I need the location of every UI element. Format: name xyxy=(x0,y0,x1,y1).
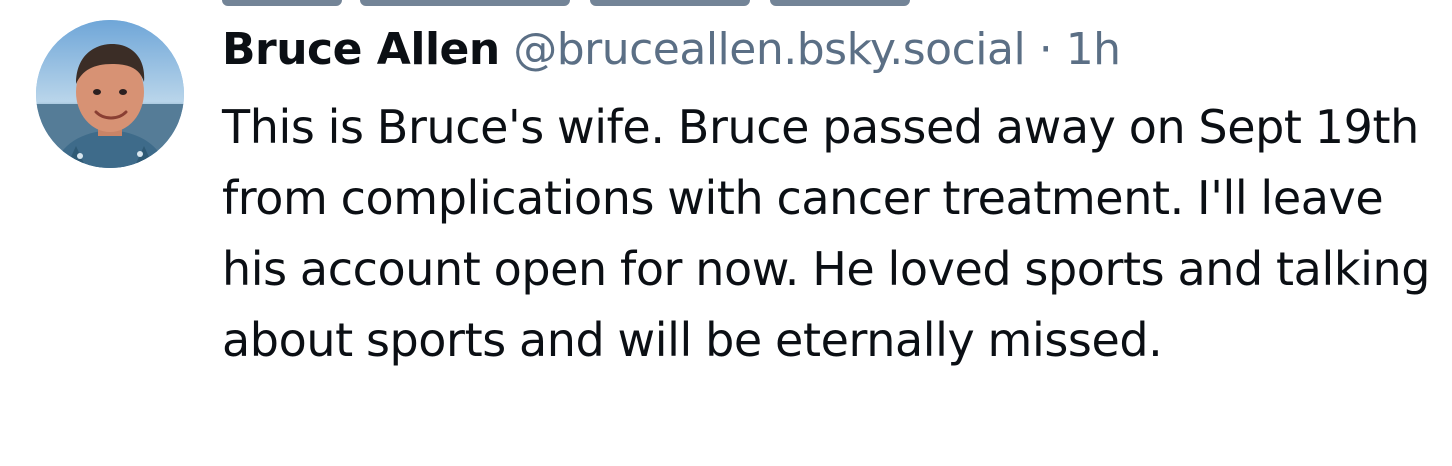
header-separator: · xyxy=(1038,24,1053,75)
post[interactable]: Bruce Allen @bruceallen.bsky.social · 1h… xyxy=(0,0,1452,466)
author-handle[interactable]: @bruceallen.bsky.social xyxy=(513,24,1026,75)
post-header: Bruce Allen @bruceallen.bsky.social · 1h xyxy=(222,20,1444,80)
post-timestamp[interactable]: 1h xyxy=(1066,24,1121,75)
profile-photo-icon xyxy=(36,20,184,168)
author-display-name[interactable]: Bruce Allen xyxy=(222,24,500,75)
post-text: This is Bruce's wife. Bruce passed away … xyxy=(222,100,1431,367)
post-body: Bruce Allen @bruceallen.bsky.social · 1h… xyxy=(222,20,1444,376)
avatar[interactable] xyxy=(36,20,184,168)
